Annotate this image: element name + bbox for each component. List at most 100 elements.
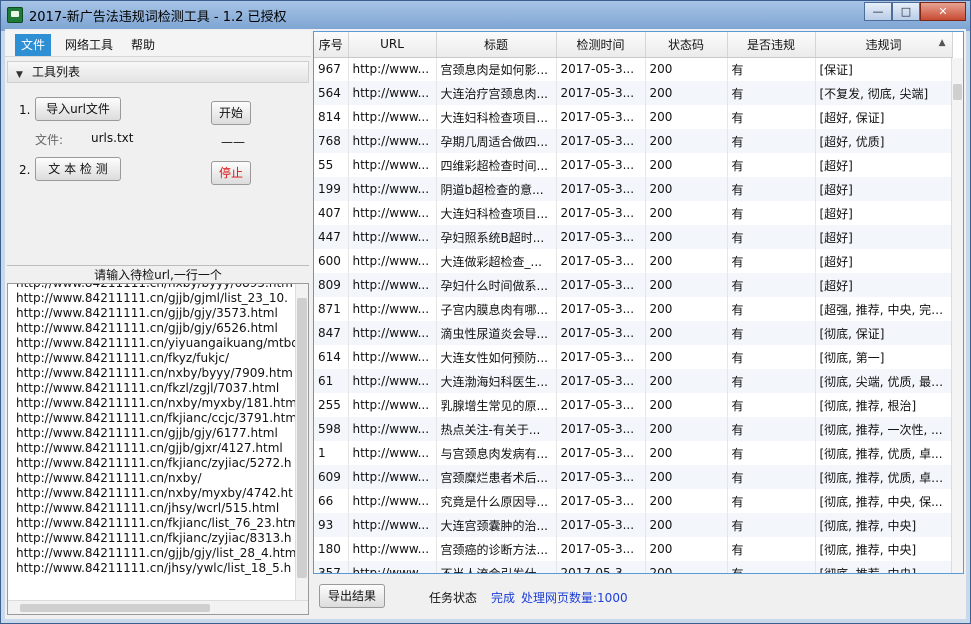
cell-violation: 有 [727,417,816,441]
cell-url: http://www... [348,177,437,201]
table-vertical-scrollbar[interactable] [951,58,963,573]
cell-url: http://www... [348,321,437,345]
url-line: http://www.84211111.cn/gjjb/gjy/3573.htm… [16,306,278,320]
table-row[interactable]: 61 http://www... 大连渤海妇科医生... 2017-05-3... 20… [314,369,953,393]
table-row[interactable]: 180 http://www... 宫颈癌的诊断方法... 2017-05-3... 2… [314,537,953,561]
table-row[interactable]: 1 http://www... 与宫颈息肉发病有... 2017-05-3... 200… [314,441,953,465]
url-line: http://www.84211111.cn/nxby/byyy/6895.ht… [16,283,293,290]
table-row[interactable]: 847 http://www... 滴虫性尿道炎会导... 2017-05-3... 2… [314,321,953,345]
table-row[interactable]: 199 http://www... 阴道b超检查的意... 2017-05-3... 2… [314,177,953,201]
cell-title: 大连妇科检查项目... [436,201,557,225]
step1-number: 1. [19,103,31,117]
cell-violation-words: [超好] [815,273,953,297]
table-row[interactable]: 768 http://www... 孕期几周适合做四... 2017-05-3... 2… [314,129,953,153]
cell-violation-words: [保证] [815,57,953,81]
url-input-title: 请输入待检url,一行一个 [7,265,309,283]
table-row[interactable]: 55 http://www... 四维彩超检查时间... 2017-05-3... 20… [314,153,953,177]
cell-status-code: 200 [645,513,728,537]
cell-status-code: 200 [645,441,728,465]
table-row[interactable]: 66 http://www... 究竟是什么原因导... 2017-05-3... 20… [314,489,953,513]
url-line: http://www.84211111.cn/fkyz/fukjc/ [16,351,229,365]
url-hscroll-thumb[interactable] [20,604,210,612]
cell-time: 2017-05-3... [556,225,646,249]
start-button[interactable]: 开始 [211,101,251,125]
cell-status-code: 200 [645,321,728,345]
url-line: http://www.84211111.cn/gjjb/gjy/6177.htm… [16,426,278,440]
table-row[interactable]: 809 http://www... 孕妇什么时间做系... 2017-05-3... 2… [314,273,953,297]
stop-button[interactable]: 停止 [211,161,251,185]
table-row[interactable]: 357 http://www... 不当人流会引发什... 2017-05-3... 2… [314,561,953,573]
cell-title: 宫颈糜烂患者术后... [436,465,557,489]
cell-title: 宫颈癌的诊断方法... [436,537,557,561]
table-row[interactable]: 609 http://www... 宫颈糜烂患者术后... 2017-05-3... 2… [314,465,953,489]
cell-time: 2017-05-3... [556,105,646,129]
cell-status-code: 200 [645,489,728,513]
cell-violation: 有 [727,393,816,417]
cell-violation: 有 [727,105,816,129]
cell-index: 93 [314,513,349,537]
cell-status-code: 200 [645,345,728,369]
table-row[interactable]: 614 http://www... 大连女性如何预防... 2017-05-3... 2… [314,345,953,369]
url-horizontal-scrollbar[interactable] [8,600,308,614]
cell-status-code: 200 [645,105,728,129]
col-header-url[interactable]: URL [348,32,437,58]
cell-index: 199 [314,177,349,201]
url-textarea[interactable]: http://www.84211111.cn/nxby/byyy/6895.ht… [7,283,309,615]
cell-violation: 有 [727,273,816,297]
table-row[interactable]: 600 http://www... 大连做彩超检查_... 2017-05-3... 2… [314,249,953,273]
task-status-value: 完成 [491,591,516,605]
cell-violation-words: [超好] [815,225,953,249]
cell-status-code: 200 [645,201,728,225]
url-vertical-scrollbar[interactable] [295,284,308,600]
cell-violation-words: [不复发, 彻底, 尖端] [815,81,953,105]
table-vscroll-thumb[interactable] [953,84,962,100]
minimize-button[interactable]: — [864,2,892,21]
url-lines[interactable]: http://www.84211111.cn/nxby/byyy/6895.ht… [8,283,308,576]
cell-url: http://www... [348,441,437,465]
menu-file[interactable]: 文件 [15,34,52,56]
import-url-button[interactable]: 导入url文件 [35,97,121,121]
url-line: http://www.84211111.cn/gjjb/gjxr/4127.ht… [16,441,283,455]
cell-status-code: 200 [645,129,728,153]
table-row[interactable]: 255 http://www... 乳腺增生常见的原... 2017-05-3... 2… [314,393,953,417]
cell-index: 809 [314,273,349,297]
table-row[interactable]: 598 http://www... 热点关注-有关于... 2017-05-3... 2… [314,417,953,441]
col-header-time[interactable]: 检测时间 [556,32,646,58]
cell-violation-words: [彻底, 推荐, 根治] [815,393,953,417]
cell-index: 598 [314,417,349,441]
col-header-violation-words[interactable]: 违规词 ▲ [815,32,953,58]
menu-network-tools[interactable]: 网络工具 [59,34,119,56]
table-row[interactable]: 814 http://www... 大连妇科检查项目... 2017-05-3... 2… [314,105,953,129]
cell-time: 2017-05-3... [556,417,646,441]
tools-body: 1. 导入url文件 开始 文件: urls.txt —— 2. 文 本 检 测… [5,85,311,263]
url-line: http://www.84211111.cn/gjjb/gjy/list_28_… [16,546,297,560]
table-row[interactable]: 564 http://www... 大连治疗宫颈息肉... 2017-05-3... 2… [314,81,953,105]
col-header-index[interactable]: 序号 [314,32,349,58]
tools-list-header[interactable]: ▼ 工具列表 [7,61,309,83]
cell-status-code: 200 [645,249,728,273]
close-button[interactable]: ✕ [920,2,966,21]
cell-violation-words: [彻底, 推荐, 中央] [815,561,953,573]
maximize-button[interactable]: □ [892,2,920,21]
cell-url: http://www... [348,129,437,153]
cell-violation-words: [彻底, 推荐, 优质, 卓... [815,441,953,465]
cell-violation: 有 [727,225,816,249]
export-results-button[interactable]: 导出结果 [319,584,385,608]
col-header-violation[interactable]: 是否违规 [727,32,816,58]
text-detect-button[interactable]: 文 本 检 测 [35,157,121,181]
table-row[interactable]: 871 http://www... 子宫内膜息肉有哪... 2017-05-3... 2… [314,297,953,321]
menu-help[interactable]: 帮助 [125,34,161,56]
table-row[interactable]: 967 http://www... 宫颈息肉是如何影... 2017-05-3... 2… [314,57,953,81]
cell-violation: 有 [727,153,816,177]
cell-index: 847 [314,321,349,345]
col-header-status-code[interactable]: 状态码 [645,32,728,58]
cell-url: http://www... [348,561,437,573]
url-line: http://www.84211111.cn/fkjianc/list_76_2… [16,516,300,530]
table-row[interactable]: 447 http://www... 孕妇照系统B超时... 2017-05-3... 2… [314,225,953,249]
table-row[interactable]: 407 http://www... 大连妇科检查项目... 2017-05-3... 2… [314,201,953,225]
url-vscroll-thumb[interactable] [297,298,307,578]
cell-violation: 有 [727,369,816,393]
table-row[interactable]: 93 http://www... 大连宫颈囊肿的治... 2017-05-3... 20… [314,513,953,537]
col-header-title[interactable]: 标题 [436,32,557,58]
cell-violation: 有 [727,201,816,225]
